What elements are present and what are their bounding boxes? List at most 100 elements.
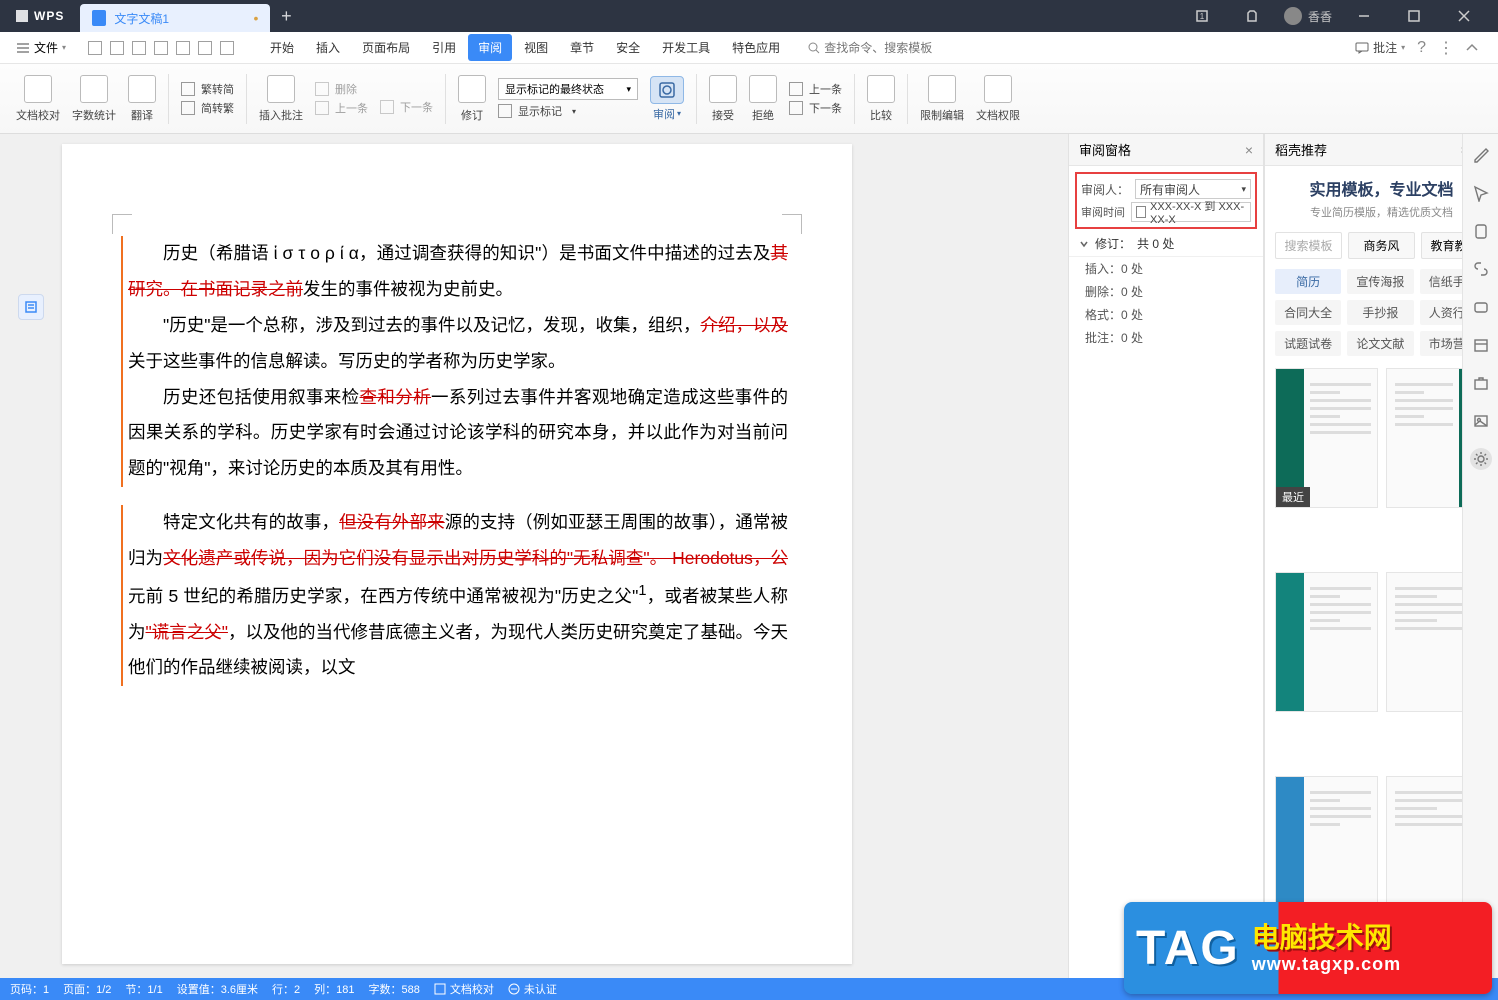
reject-button[interactable]: 拒绝 bbox=[743, 64, 783, 133]
trad-to-simp-button[interactable]: 繁转简 bbox=[181, 81, 234, 97]
tracking-display-combo[interactable]: 显示标记的最终状态 ▾ bbox=[498, 78, 638, 100]
command-search-input[interactable] bbox=[824, 41, 1104, 55]
delete-comment-button: 删除 bbox=[315, 81, 368, 97]
new-file-icon[interactable] bbox=[88, 41, 102, 55]
menu-tab-0[interactable]: 开始 bbox=[260, 34, 304, 61]
notification-icon[interactable]: 1 bbox=[1184, 4, 1220, 28]
document-area[interactable]: 历史（希腊语 ἱ σ τ ο ρ ί α，通过调查获得的知识"）是书面文件中描述… bbox=[0, 134, 1068, 978]
prev-change-button[interactable]: 上一条 bbox=[789, 81, 842, 97]
template-search-input[interactable]: 搜索模板 bbox=[1275, 232, 1342, 259]
open-file-icon[interactable] bbox=[110, 41, 124, 55]
side-image-icon[interactable] bbox=[1470, 410, 1492, 432]
side-toolbox-icon[interactable] bbox=[1470, 372, 1492, 394]
template-tag[interactable]: 简历 bbox=[1275, 269, 1341, 294]
add-tab-button[interactable]: + bbox=[270, 2, 302, 30]
insert-comment-button[interactable]: 插入批注 bbox=[253, 64, 309, 133]
review-pane-title: 审阅窗格 bbox=[1079, 140, 1131, 159]
tag-watermark-overlay: TAG 电脑技术网 www.tagxp.com bbox=[1124, 902, 1492, 994]
template-tag[interactable]: 试题试卷 bbox=[1275, 331, 1341, 356]
template-tag[interactable]: 论文文献 bbox=[1347, 331, 1413, 356]
side-calendar-icon[interactable] bbox=[1470, 334, 1492, 356]
status-page[interactable]: 页面：1/2 bbox=[63, 981, 111, 997]
print-preview-icon[interactable] bbox=[176, 41, 190, 55]
redo-icon[interactable] bbox=[220, 41, 234, 55]
comments-label: 批注 bbox=[1373, 39, 1397, 56]
status-proof[interactable]: 文档校对 bbox=[434, 981, 494, 997]
show-marks-button[interactable]: 显示标记▾ bbox=[498, 103, 638, 119]
review-summary[interactable]: 修订： 共 0 处 bbox=[1069, 231, 1263, 257]
side-clipboard-icon[interactable] bbox=[1470, 220, 1492, 242]
review-pane-icon-box bbox=[650, 76, 684, 104]
compare-button[interactable]: 比较 bbox=[861, 64, 901, 133]
menu-tab-3[interactable]: 引用 bbox=[422, 34, 466, 61]
paragraph-2: "历史"是一个总称，涉及到过去的事件以及记忆，发现，收集，组织，介绍，以及关于这… bbox=[121, 308, 788, 380]
status-page-no[interactable]: 页码：1 bbox=[10, 981, 49, 997]
template-tag[interactable]: 宣传海报 bbox=[1347, 269, 1413, 294]
menu-tab-5[interactable]: 视图 bbox=[514, 34, 558, 61]
status-words[interactable]: 字数：588 bbox=[369, 981, 420, 997]
side-wallet-icon[interactable] bbox=[1470, 296, 1492, 318]
user-area[interactable]: 香香 bbox=[1284, 7, 1332, 25]
minimize-button[interactable] bbox=[1346, 4, 1382, 28]
maximize-button[interactable] bbox=[1396, 4, 1432, 28]
doc-proof-button[interactable]: 文档校对 bbox=[10, 64, 66, 133]
close-button[interactable] bbox=[1446, 4, 1482, 28]
skin-icon[interactable] bbox=[1234, 4, 1270, 28]
margin-mark-tl bbox=[112, 214, 132, 234]
restrict-edit-button[interactable]: 限制编辑 bbox=[914, 64, 970, 133]
help-icon[interactable]: ? bbox=[1417, 39, 1426, 57]
word-count-button[interactable]: 字数统计 bbox=[66, 64, 122, 133]
template-thumb[interactable] bbox=[1275, 572, 1378, 712]
collapse-ribbon-icon[interactable] bbox=[1466, 43, 1478, 53]
status-section[interactable]: 节：1/1 bbox=[125, 981, 162, 997]
review-pane-close-button[interactable]: × bbox=[1245, 142, 1253, 158]
side-toolbar: ⓦ bbox=[1462, 134, 1498, 978]
menu-tab-2[interactable]: 页面布局 bbox=[352, 34, 420, 61]
doc-permission-button[interactable]: 文档权限 bbox=[970, 64, 1026, 133]
template-tag[interactable]: 手抄报 bbox=[1347, 300, 1413, 325]
status-row[interactable]: 行：2 bbox=[272, 981, 300, 997]
menu-tab-8[interactable]: 开发工具 bbox=[652, 34, 720, 61]
print-icon[interactable] bbox=[154, 41, 168, 55]
next-change-button[interactable]: 下一条 bbox=[789, 100, 842, 116]
review-pane-button[interactable]: 审阅▾ bbox=[644, 76, 690, 122]
status-auth[interactable]: 未认证 bbox=[508, 981, 557, 997]
menu-tab-1[interactable]: 插入 bbox=[306, 34, 350, 61]
comments-dropdown-button[interactable]: 批注 ▾ bbox=[1355, 39, 1405, 56]
reviewer-select[interactable]: 所有审阅人 ▾ bbox=[1135, 179, 1251, 199]
save-icon[interactable] bbox=[132, 41, 146, 55]
menu-tab-6[interactable]: 章节 bbox=[560, 34, 604, 61]
template-header-label: 稻壳推荐 bbox=[1275, 140, 1327, 159]
document-tab[interactable]: 文字文稿1 • bbox=[80, 4, 270, 32]
template-thumb[interactable]: 最近 bbox=[1275, 368, 1378, 508]
command-search[interactable] bbox=[808, 41, 1104, 55]
revise-button[interactable]: 修订 bbox=[452, 64, 492, 133]
paragraph-4: 特定文化共有的故事，但没有外部来源的支持（例如亚瑟王周围的故事），通常被归为文化… bbox=[121, 505, 788, 686]
paragraph-3: 历史还包括使用叙事来检查和分析一系列过去事件并客观地确定造成这些事件的因果关系的… bbox=[121, 380, 788, 488]
menu-tab-7[interactable]: 安全 bbox=[606, 34, 650, 61]
menu-tab-4[interactable]: 审阅 bbox=[468, 34, 512, 61]
translate-icon bbox=[128, 75, 156, 103]
translate-button[interactable]: 翻译 bbox=[122, 64, 162, 133]
side-link-icon[interactable] bbox=[1470, 258, 1492, 280]
prev-comment-button: 上一条 bbox=[315, 100, 368, 116]
template-thumb[interactable] bbox=[1275, 776, 1378, 916]
reject-icon bbox=[749, 75, 777, 103]
side-edit-icon[interactable] bbox=[1470, 144, 1492, 166]
template-tag[interactable]: 合同大全 bbox=[1275, 300, 1341, 325]
status-col[interactable]: 列：181 bbox=[314, 981, 354, 997]
side-select-icon[interactable] bbox=[1470, 182, 1492, 204]
menu-tab-9[interactable]: 特色应用 bbox=[722, 34, 790, 61]
more-icon[interactable]: ⋮ bbox=[1438, 38, 1454, 58]
simp-to-trad-button[interactable]: 简转繁 bbox=[181, 100, 234, 116]
accept-button[interactable]: 接受 bbox=[703, 64, 743, 133]
tag-logo-text: TAG bbox=[1136, 921, 1240, 976]
side-gear-icon[interactable] bbox=[1470, 448, 1492, 470]
file-menu-button[interactable]: 文件 ▾ bbox=[8, 35, 74, 60]
status-position[interactable]: 设置值：3.6厘米 bbox=[177, 981, 258, 997]
undo-icon[interactable] bbox=[198, 41, 212, 55]
template-cat-business[interactable]: 商务风 bbox=[1348, 232, 1415, 259]
review-date-range-input[interactable]: XXX-XX-X 到 XXX-XX-X bbox=[1131, 202, 1251, 222]
accept-icon bbox=[709, 75, 737, 103]
paragraph-tool[interactable] bbox=[18, 294, 44, 320]
